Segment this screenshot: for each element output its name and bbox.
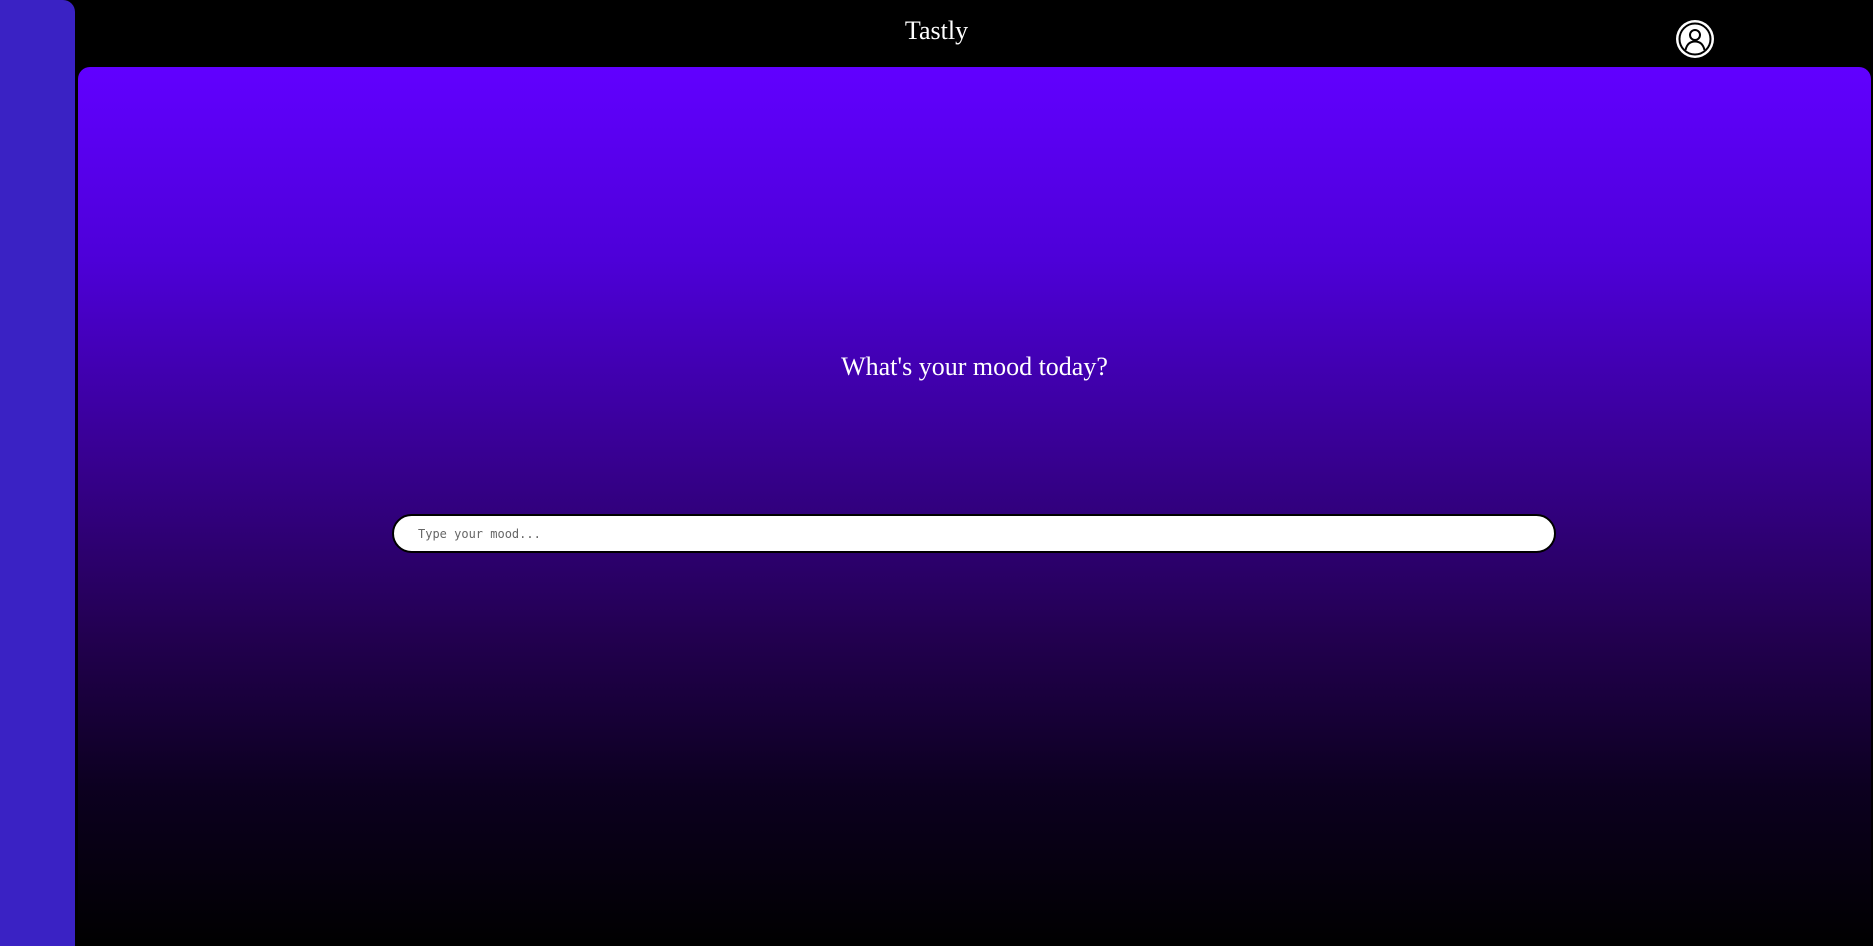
mood-heading: What's your mood today? — [841, 352, 1108, 381]
user-circle-icon — [1678, 22, 1712, 56]
app-title: Tastly — [904, 16, 969, 45]
main-panel: What's your mood today? — [78, 67, 1871, 946]
top-bar: Tastly — [75, 0, 1873, 66]
sidebar — [0, 0, 75, 946]
mood-input[interactable] — [392, 514, 1556, 553]
app-root: Tastly What's your mood today? — [0, 0, 1873, 946]
profile-button[interactable] — [1676, 20, 1714, 58]
